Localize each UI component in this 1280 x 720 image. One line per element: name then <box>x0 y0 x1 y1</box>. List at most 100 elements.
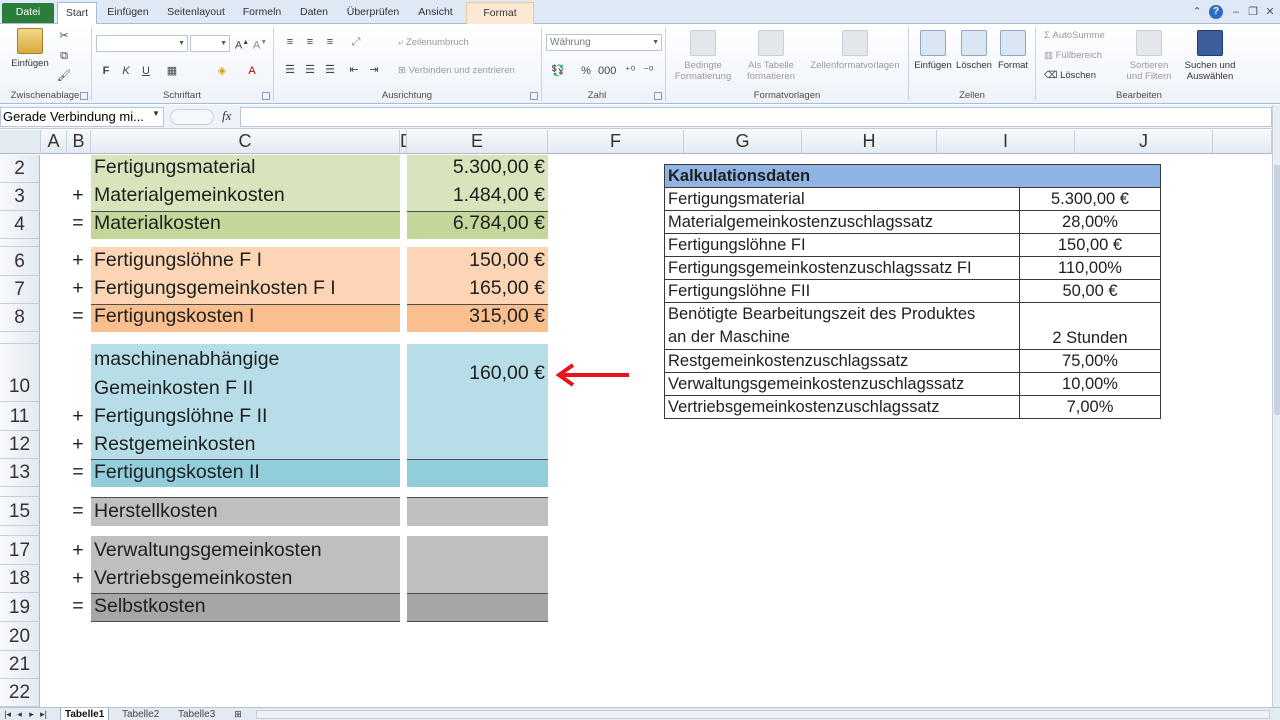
tab-start[interactable]: Start <box>57 2 97 25</box>
horizontal-scrollbar[interactable] <box>256 710 1270 719</box>
orientation-icon[interactable]: ⤢ <box>348 34 364 50</box>
font-family-combo[interactable]: ▼ <box>96 35 188 52</box>
cell-b17[interactable]: + <box>68 539 88 562</box>
tab-format-context[interactable]: Format <box>466 2 534 24</box>
cell-c7[interactable]: Fertigungsgemeinkosten F I <box>94 277 336 300</box>
cut-icon[interactable]: ✂ <box>56 28 72 44</box>
cell-c10-line2[interactable]: Gemeinkosten F II <box>94 377 253 400</box>
number-launcher-icon[interactable] <box>654 92 662 100</box>
tab-formeln[interactable]: Formeln <box>238 2 286 24</box>
cell-b12[interactable]: + <box>68 433 88 456</box>
cell-c3[interactable]: Materialgemeinkosten <box>94 184 285 207</box>
column-header-d[interactable]: D <box>400 130 407 154</box>
alignment-launcher-icon[interactable] <box>530 92 538 100</box>
row-header-6[interactable]: 6 <box>0 247 40 276</box>
cell-e2[interactable]: 5.300,00 € <box>407 156 545 179</box>
row-header-7[interactable]: 7 <box>0 276 40 304</box>
format-cells-button[interactable]: Format <box>994 30 1032 71</box>
row-header-13[interactable]: 13 <box>0 459 40 487</box>
shrink-font-icon[interactable]: A▼ <box>252 35 268 52</box>
row-header-22[interactable]: 22 <box>0 679 40 707</box>
align-bottom-icon[interactable]: ≡ <box>322 34 338 50</box>
delete-cells-button[interactable]: Löschen <box>954 30 994 71</box>
first-sheet-icon[interactable]: |◂ <box>2 708 13 720</box>
kalk-value[interactable]: 7,00% <box>1019 395 1161 419</box>
column-header-k[interactable] <box>1213 130 1272 154</box>
increase-indent-icon[interactable]: ⇥ <box>366 62 382 78</box>
next-sheet-icon[interactable]: ▸ <box>26 708 37 720</box>
font-launcher-icon[interactable] <box>262 92 270 100</box>
clipboard-launcher-icon[interactable] <box>80 92 88 100</box>
minimize-ribbon-icon[interactable]: ⌃ <box>1190 5 1204 19</box>
sheet-tab-tabelle2[interactable]: Tabelle2 <box>118 708 163 720</box>
kalk-label[interactable]: Fertigungslöhne FI <box>664 233 1020 257</box>
vertical-scrollbar[interactable] <box>1272 105 1280 707</box>
grow-font-icon[interactable]: A▲ <box>234 35 250 52</box>
column-header-b[interactable]: B <box>67 130 91 154</box>
thousands-separator-icon[interactable]: 000 <box>598 63 616 79</box>
kalk-label[interactable]: Materialgemeinkostenzuschlagssatz <box>664 210 1020 234</box>
align-right-icon[interactable]: ☰ <box>322 62 338 78</box>
row-header-3[interactable]: 3 <box>0 183 40 211</box>
column-header-a[interactable]: A <box>41 130 67 154</box>
insert-sheet-icon[interactable]: ⊞ <box>230 708 246 720</box>
insert-cells-button[interactable]: Einfügen <box>912 30 954 71</box>
cell-b15[interactable]: = <box>68 500 88 523</box>
window-close-icon[interactable]: ✕ <box>1263 5 1277 19</box>
cell-c18[interactable]: Vertriebsgemeinkosten <box>94 567 292 590</box>
align-left-icon[interactable]: ☰ <box>282 62 298 78</box>
cell-e3[interactable]: 1.484,00 € <box>407 184 545 207</box>
tab-ansicht[interactable]: Ansicht <box>413 2 458 24</box>
kalk-label[interactable]: Fertigungsmaterial <box>664 187 1020 211</box>
kalkulationsdaten-title[interactable]: Kalkulationsdaten <box>664 164 1161 188</box>
row-header-4[interactable]: 4 <box>0 211 40 239</box>
kalk-value[interactable]: 50,00 € <box>1019 279 1161 303</box>
copy-icon[interactable]: ⧉ <box>56 48 72 64</box>
cell-c2[interactable]: Fertigungsmaterial <box>94 156 255 179</box>
cell-b3[interactable]: + <box>68 184 88 207</box>
select-all-corner[interactable] <box>0 130 41 154</box>
align-top-icon[interactable]: ≡ <box>282 34 298 50</box>
cell-b18[interactable]: + <box>68 567 88 590</box>
fx-icon[interactable]: fx <box>222 108 238 126</box>
row-header-8[interactable]: 8 <box>0 304 40 332</box>
window-minimize-icon[interactable]: – <box>1229 5 1243 19</box>
column-header-i[interactable]: I <box>937 130 1075 154</box>
row-header-10[interactable]: 10 <box>0 344 40 402</box>
cell-e8[interactable]: 315,00 € <box>407 305 545 328</box>
name-box-dropdown-icon[interactable]: ▼ <box>152 109 160 118</box>
cell-b13[interactable]: = <box>68 461 88 484</box>
kalk-label[interactable]: Benötigte Bearbeitungszeit des Produktes… <box>664 302 1020 350</box>
kalk-value[interactable]: 2 Stunden <box>1019 302 1161 350</box>
cell-b4[interactable]: = <box>68 212 88 235</box>
merge-center-button[interactable]: ⊞ Verbinden und zentrieren <box>398 64 515 78</box>
cell-e4[interactable]: 6.784,00 € <box>407 212 545 235</box>
font-size-combo[interactable]: ▼ <box>190 35 230 52</box>
tab-daten[interactable]: Daten <box>295 2 333 24</box>
formula-bar-collapse-icon[interactable] <box>170 109 214 125</box>
align-middle-icon[interactable]: ≡ <box>302 34 318 50</box>
cell-b7[interactable]: + <box>68 277 88 300</box>
row-header-17[interactable]: 17 <box>0 536 40 565</box>
column-header-e[interactable]: E <box>407 130 548 154</box>
border-icon[interactable]: ▦ <box>164 63 180 79</box>
cell-c11[interactable]: Fertigungslöhne F II <box>94 405 267 428</box>
cell-e6[interactable]: 150,00 € <box>407 249 545 272</box>
tab-einfuegen[interactable]: Einfügen <box>103 2 153 24</box>
kalk-label[interactable]: Fertigungsgemeinkostenzuschlagssatz FI <box>664 256 1020 280</box>
kalk-value[interactable]: 150,00 € <box>1019 233 1161 257</box>
cell-b6[interactable]: + <box>68 249 88 272</box>
help-icon[interactable]: ? <box>1209 5 1223 19</box>
row-header-5[interactable] <box>0 239 40 247</box>
decrease-indent-icon[interactable]: ⇤ <box>346 62 362 78</box>
formula-input[interactable] <box>240 107 1272 127</box>
conditional-formatting-button[interactable]: Bedingte Formatierung <box>670 30 736 82</box>
row-header-2[interactable]: 2 <box>0 155 40 183</box>
format-as-table-button[interactable]: Als Tabelle formatieren <box>740 30 802 82</box>
kalk-value[interactable]: 110,00% <box>1019 256 1161 280</box>
cell-c10-line1[interactable]: maschinenabhängige <box>94 348 279 371</box>
paste-button[interactable]: Einfügen <box>8 28 52 69</box>
row-header-9[interactable] <box>0 332 40 344</box>
kalk-label[interactable]: Verwaltungsgemeinkostenzuschlagssatz <box>664 372 1020 396</box>
row-header-12[interactable]: 12 <box>0 431 40 459</box>
